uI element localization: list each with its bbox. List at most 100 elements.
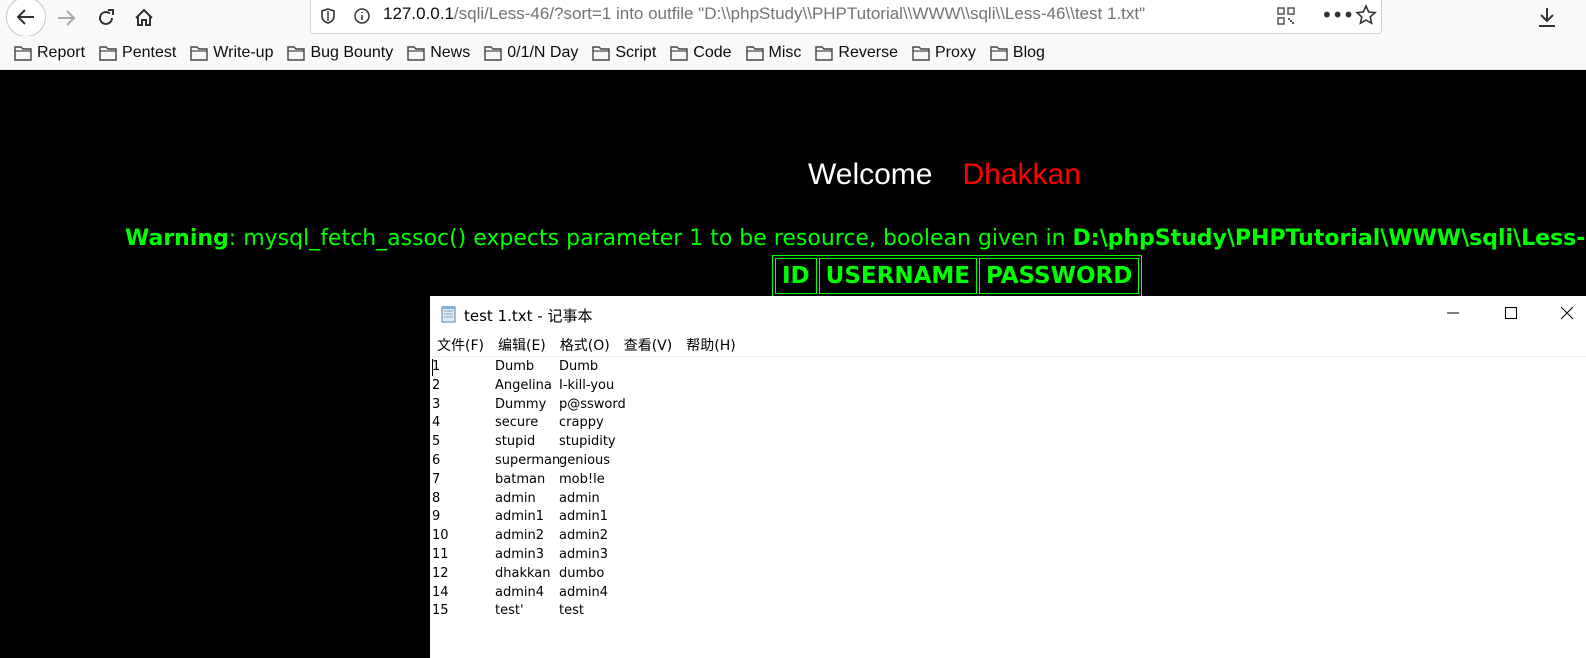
- line-id: 5: [432, 434, 441, 450]
- info-icon[interactable]: [353, 7, 371, 25]
- notepad-icon: [441, 306, 456, 323]
- bookmark-folder[interactable]: Bug Bounty: [287, 44, 393, 62]
- menu-format[interactable]: 格式(O): [553, 332, 617, 356]
- text-line: 6 superman genious: [432, 452, 832, 471]
- bookmark-folder[interactable]: Script: [592, 44, 656, 62]
- notepad-titlebar[interactable]: test 1.txt - 记事本: [430, 296, 1586, 330]
- line-id: 10: [432, 528, 449, 544]
- welcome-label: Welcome: [808, 158, 933, 191]
- text-line: 2 Angelina I-kill-you: [432, 377, 832, 396]
- line-username: test': [495, 603, 524, 619]
- warning-label: Warning: [125, 226, 229, 251]
- text-line: 4 secure crappy: [432, 414, 832, 433]
- notepad-window: test 1.txt - 记事本 文件(F) 编辑(E) 格式(O) 查看(V)…: [430, 296, 1586, 658]
- bookmark-label: Misc: [768, 43, 802, 61]
- notepad-menubar: 文件(F) 编辑(E) 格式(O) 查看(V) 帮助(H): [430, 332, 1586, 357]
- line-id: 2: [432, 377, 441, 393]
- url-bar[interactable]: 127.0.0.1/sqli/Less-46/?sort=1 into outf…: [310, 0, 1382, 34]
- welcome-name: Dhakkan: [962, 158, 1081, 191]
- menu-view[interactable]: 查看(V): [617, 332, 680, 356]
- download-icon[interactable]: [1536, 5, 1558, 29]
- folder-icon: [592, 45, 611, 61]
- folder-icon: [670, 45, 688, 61]
- menu-help[interactable]: 帮助(H): [679, 332, 742, 356]
- bookmark-folder[interactable]: Misc: [745, 43, 802, 62]
- maximize-icon[interactable]: [1498, 300, 1524, 326]
- bookmark-label: Report: [37, 43, 86, 61]
- line-password: crappy: [559, 415, 604, 431]
- line-username: admin2: [495, 528, 545, 544]
- text-line: 8 admin admin: [432, 490, 832, 509]
- reload-button[interactable]: [88, 0, 124, 36]
- line-id: 4: [432, 415, 441, 431]
- folder-icon: [99, 45, 117, 61]
- line-password: test: [559, 603, 584, 619]
- bookmark-folder[interactable]: Pentest: [99, 44, 176, 62]
- url-path: /sqli/Less-46/?sort=1 into outfile "D:\\…: [453, 4, 1146, 23]
- shield-icon[interactable]: [319, 7, 337, 25]
- reload-icon: [99, 9, 114, 25]
- bookmark-label: Pentest: [122, 43, 177, 61]
- folder-icon: [990, 45, 1008, 61]
- warning-message: : mysql_fetch_assoc() expects parameter …: [228, 226, 1073, 251]
- line-username: admin1: [495, 509, 545, 525]
- folder-icon: [287, 45, 306, 61]
- forward-button[interactable]: [48, 0, 84, 36]
- close-icon[interactable]: [1554, 300, 1580, 326]
- bookmark-folder[interactable]: Code: [670, 44, 732, 62]
- home-button[interactable]: [126, 0, 162, 36]
- bookmark-folder[interactable]: Blog: [990, 44, 1045, 62]
- text-line: 1 Dumb Dumb: [432, 358, 832, 377]
- line-username: Dumb: [495, 359, 535, 374]
- qr-code-icon[interactable]: [1277, 7, 1295, 25]
- line-password: admin2: [559, 528, 609, 544]
- line-username: batman: [495, 471, 546, 487]
- menu-edit[interactable]: 编辑(E): [491, 332, 553, 356]
- star-icon[interactable]: [1355, 4, 1377, 26]
- notepad-title: test 1.txt - 记事本: [464, 307, 593, 325]
- line-username: dhakkan: [495, 565, 551, 581]
- bookmark-folder[interactable]: Write-up: [190, 44, 273, 62]
- line-password: genious: [559, 452, 611, 468]
- text-line: 10 admin2 admin2: [432, 527, 832, 546]
- menu-file[interactable]: 文件(F): [430, 332, 491, 356]
- minimize-icon[interactable]: [1440, 300, 1466, 326]
- line-password: mob!le: [559, 471, 605, 487]
- line-password: admin3: [559, 546, 609, 562]
- line-id: 6: [432, 452, 441, 468]
- back-button[interactable]: [6, 0, 46, 37]
- line-password: stupidity: [559, 434, 616, 450]
- warning-path: D:\phpStudy\PHPTutorial\WWW\sqli\Less-46…: [1072, 226, 1586, 251]
- text-line: 7 batman mob!le: [432, 471, 832, 490]
- browser-toolbar: 127.0.0.1/sqli/Less-46/?sort=1 into outf…: [0, 0, 1586, 37]
- folder-icon: [407, 45, 425, 61]
- line-username: admin3: [495, 546, 545, 562]
- text-line: 3 Dummy p@ssword: [432, 396, 832, 415]
- php-warning: Warning: mysql_fetch_assoc() expects par…: [125, 226, 1586, 251]
- bookmark-folder[interactable]: Proxy: [912, 44, 976, 62]
- line-id: 8: [432, 490, 441, 506]
- bookmark-label: 0/1/N Day: [507, 43, 579, 61]
- folder-icon: [745, 45, 764, 61]
- folder-icon: [912, 45, 930, 61]
- arrow-right-icon: [58, 10, 76, 26]
- url-text[interactable]: 127.0.0.1/sqli/Less-46/?sort=1 into outf…: [383, 4, 1145, 24]
- bookmarks-bar: Report Pentest Write-up Bug Bounty News 0/1/N…: [0, 36, 1586, 70]
- line-password: admin4: [559, 584, 609, 600]
- folder-icon: [190, 45, 208, 61]
- line-id: 3: [432, 396, 441, 412]
- bookmark-label: Proxy: [934, 43, 976, 61]
- text-line: 15 test' test: [432, 602, 832, 621]
- bookmark-folder[interactable]: Reverse: [815, 44, 898, 62]
- line-username: superman: [495, 452, 561, 468]
- line-password: I-kill-you: [559, 377, 615, 393]
- line-id: 9: [432, 509, 441, 525]
- notepad-text-area[interactable]: 1 Dumb Dumb 2 Angelina I-kill-you 3 Dummy p@sswo…: [432, 358, 832, 621]
- bookmark-folder[interactable]: News: [407, 44, 470, 62]
- bookmark-folder[interactable]: 0/1/N Day: [484, 44, 578, 62]
- line-password: admin1: [559, 509, 609, 525]
- bookmark-label: Write-up: [213, 43, 274, 61]
- page-actions-button[interactable]: •••: [1321, 3, 1354, 27]
- line-id: 11: [432, 546, 449, 562]
- bookmark-folder[interactable]: Report: [14, 44, 85, 62]
